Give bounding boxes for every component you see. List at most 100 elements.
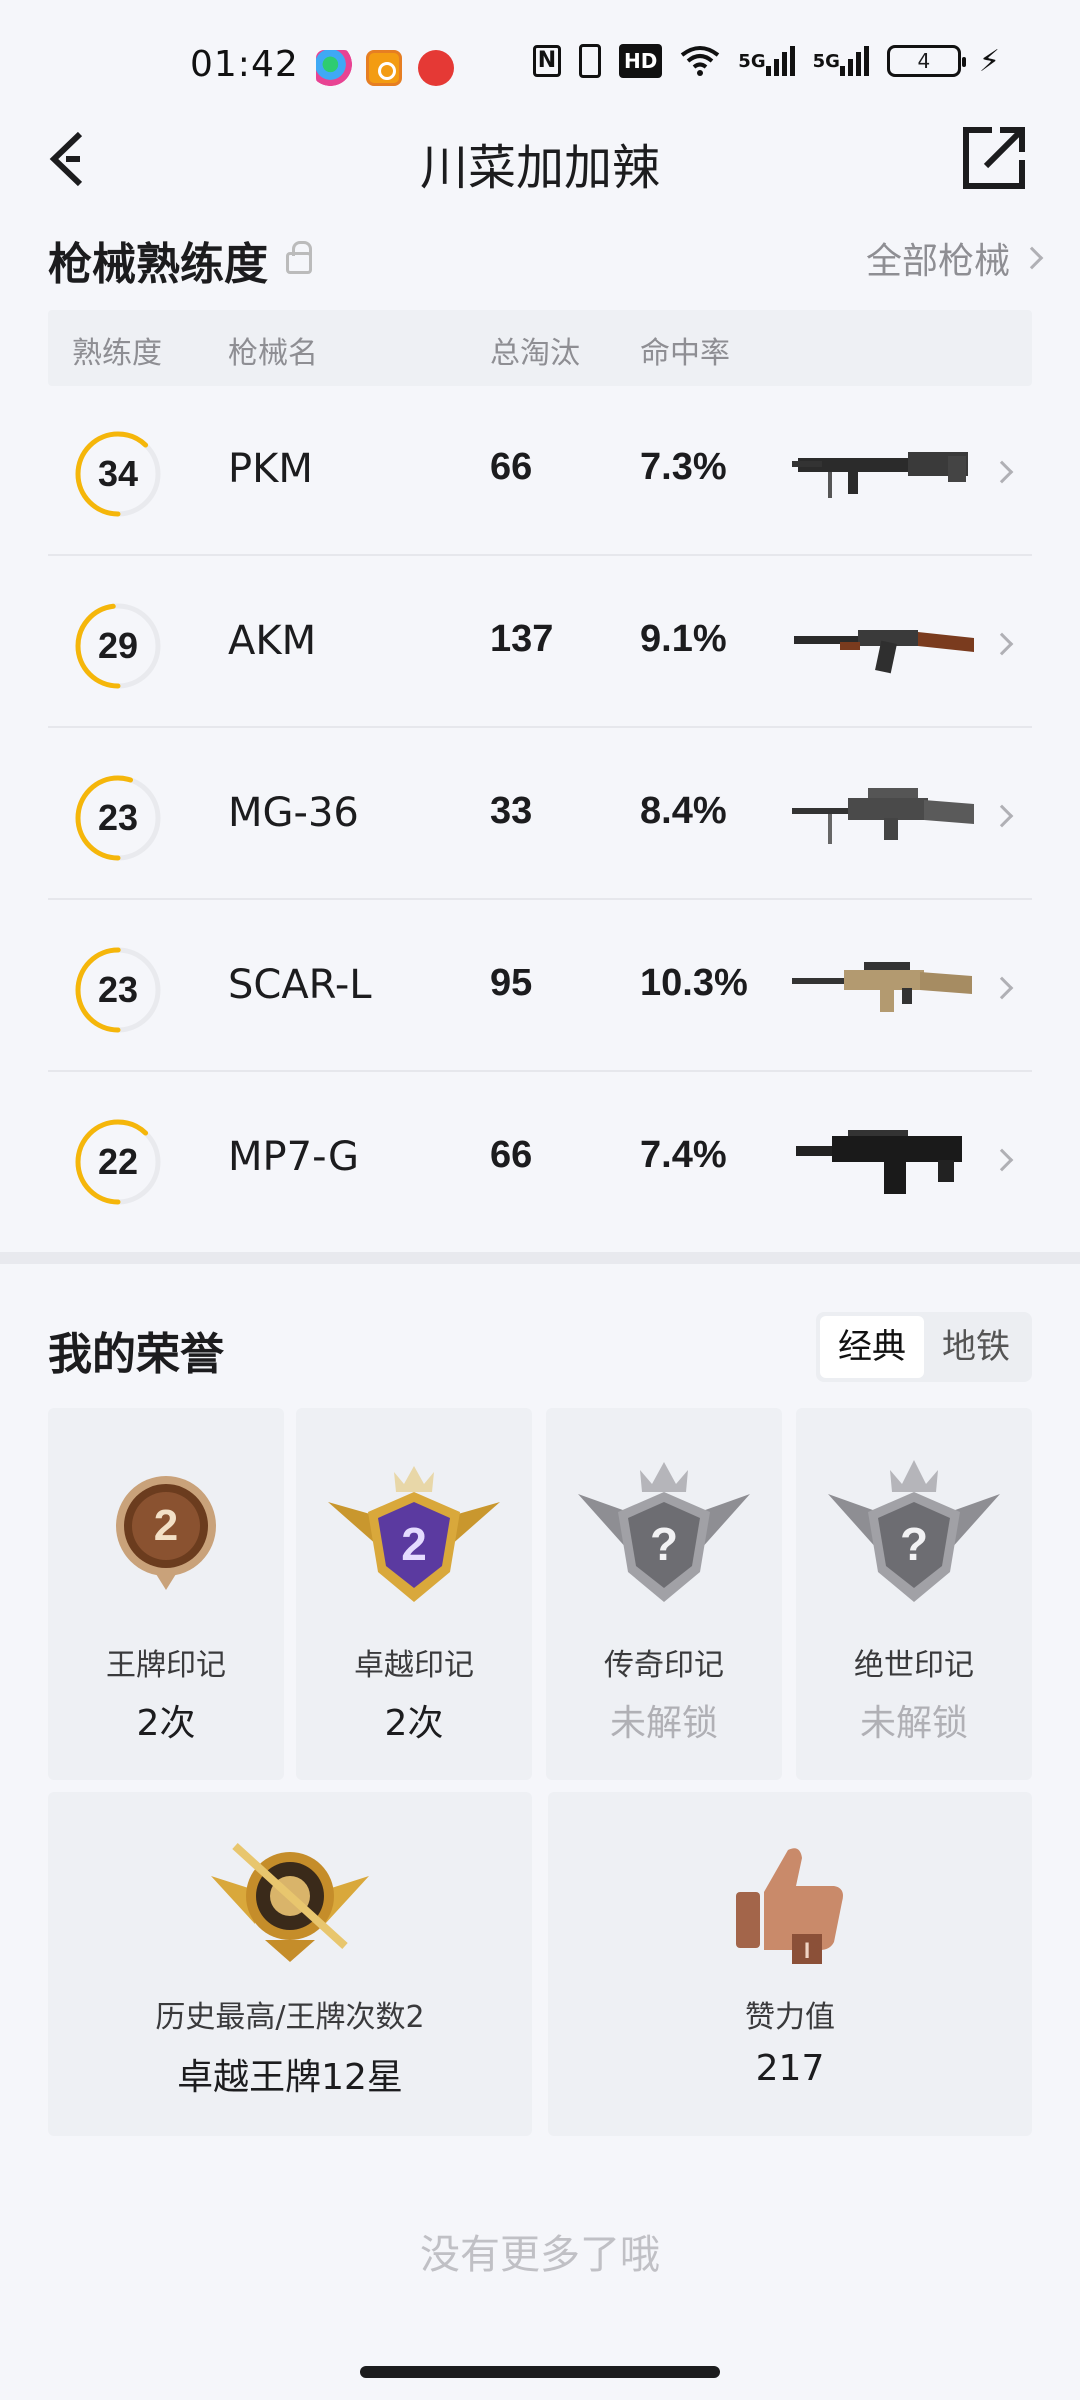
likes-value: 217 (755, 2048, 825, 2089)
all-guns-link[interactable]: 全部枪械 (865, 232, 1044, 284)
honors-section-title: 我的荣誉 (48, 1329, 224, 1380)
gun-hit-rate: 7.4% (640, 1134, 727, 1176)
wifi-icon (681, 46, 720, 76)
gun-hit-rate: 8.4% (640, 790, 727, 832)
page-title: 川菜加加辣 (419, 140, 660, 196)
legend-mark-number: ? (650, 1518, 678, 1570)
all-guns-label: 全部枪械 (865, 241, 1010, 282)
excellence-mark-icon: 2 (328, 1466, 500, 1602)
top-app-bar: 川菜加加辣 (0, 120, 1080, 196)
honor-value: 未解锁 (609, 1703, 718, 1744)
chevron-right-icon (990, 976, 1014, 1000)
gun-table-header: 熟练度 枪械名 总淘汰 命中率 (48, 310, 1032, 386)
gun-total-kills: 66 (490, 1134, 533, 1176)
gun-row[interactable]: 22 MP7-G 66 7.4% (48, 1074, 1032, 1244)
nfc-icon: N (532, 45, 561, 77)
highest-rank-value: 卓越王牌12星 (177, 2057, 403, 2098)
status-bar: 01:42 N HD 5G 5G 4 ⚡ (0, 0, 1080, 140)
honor-label: 王牌印记 (106, 1648, 226, 1683)
chevron-right-icon (990, 460, 1014, 484)
gun-row[interactable]: 23 SCAR-L 95 10.3% (48, 902, 1032, 1072)
gun-image (788, 774, 978, 854)
column-header-hit-rate: 命中率 (640, 336, 730, 371)
column-header-kills: 总淘汰 (490, 336, 580, 371)
peerless-mark-icon: ? (828, 1460, 1000, 1602)
proficiency-level: 23 (97, 969, 139, 1010)
gun-total-kills: 137 (490, 618, 554, 660)
gun-image (788, 1118, 978, 1198)
hd-icon: HD (618, 44, 663, 78)
honor-card-excellence[interactable]: 2 卓越印记 2次 (296, 1408, 532, 1780)
column-header-gun-name: 枪械名 (228, 336, 318, 371)
honor-label: 卓越印记 (354, 1648, 474, 1683)
proficiency-ring: 22 (72, 1116, 164, 1208)
honor-value: 未解锁 (859, 1703, 968, 1744)
proficiency-level: 34 (97, 453, 139, 494)
highest-rank-card[interactable]: 历史最高/王牌次数2 卓越王牌12星 (48, 1792, 532, 2136)
chevron-right-icon (990, 804, 1014, 828)
proficiency-level: 22 (97, 1141, 139, 1182)
proficiency-ring: 29 (72, 600, 164, 692)
honor-label: 传奇印记 (604, 1648, 724, 1683)
gun-total-kills: 95 (490, 962, 533, 1004)
gun-row[interactable]: 29 AKM 137 9.1% (48, 558, 1032, 728)
proficiency-ring: 23 (72, 944, 164, 1036)
honor-card-legend[interactable]: ? 传奇印记 未解锁 (546, 1408, 782, 1780)
gun-name: AKM (228, 618, 317, 664)
gun-row[interactable]: 34 PKM 66 7.3% (48, 386, 1032, 556)
honor-label: 绝世印记 (854, 1648, 974, 1683)
signal-icon-1: 5G (738, 44, 795, 78)
honor-value: 2次 (136, 1703, 196, 1744)
gun-row[interactable]: 23 MG-36 33 8.4% (48, 730, 1032, 900)
honor-card-peerless[interactable]: ? 绝世印记 未解锁 (796, 1408, 1032, 1780)
gun-name: MP7-G (228, 1134, 359, 1180)
gun-name: MG-36 (228, 790, 359, 836)
section-divider (0, 1252, 1080, 1264)
tab-classic[interactable]: 经典 (820, 1316, 924, 1378)
chevron-right-icon (990, 1148, 1014, 1172)
tab-metro[interactable]: 地铁 (924, 1316, 1028, 1378)
highest-rank-icon (211, 1843, 369, 1962)
chevron-right-icon (1020, 246, 1044, 270)
status-time: 01:42 (190, 44, 299, 85)
gun-image (788, 602, 978, 682)
proficiency-ring: 34 (72, 428, 164, 520)
proficiency-level: 29 (97, 625, 139, 666)
excellence-mark-number: 2 (401, 1518, 427, 1570)
thumbs-up-icon: I (736, 1848, 843, 1964)
likes-label: 赞力值 (745, 2000, 835, 2035)
chevron-right-icon (990, 632, 1014, 656)
ace-mark-number: 2 (154, 1501, 178, 1550)
app-notification-icon-2 (418, 50, 454, 86)
honor-value: 2次 (384, 1703, 444, 1744)
mobile-carrier-icon (316, 50, 352, 86)
lock-icon (286, 241, 312, 274)
legend-mark-icon: ? (578, 1462, 750, 1602)
honor-card-ace[interactable]: 2 王牌印记 2次 (48, 1408, 284, 1780)
column-header-proficiency: 熟练度 (72, 336, 162, 371)
signal-icon-2: 5G (813, 44, 869, 78)
charging-icon: ⚡ (978, 43, 1000, 79)
proficiency-ring: 23 (72, 772, 164, 864)
gun-name: SCAR-L (228, 962, 372, 1008)
vibrate-icon (578, 44, 601, 78)
proficiency-level: 23 (97, 797, 139, 838)
highest-rank-label: 历史最高/王牌次数2 (155, 2000, 425, 2035)
likes-card[interactable]: I 赞力值 217 (548, 1792, 1032, 2136)
svg-text:I: I (804, 1938, 810, 1963)
ace-mark-icon: 2 (116, 1476, 216, 1590)
gun-hit-rate: 7.3% (640, 446, 727, 488)
gun-total-kills: 66 (490, 446, 533, 488)
gun-hit-rate: 9.1% (640, 618, 727, 660)
gun-name: PKM (228, 446, 313, 492)
end-of-list-text: 没有更多了哦 (420, 2232, 660, 2278)
home-indicator[interactable] (360, 2366, 720, 2378)
gun-image (788, 946, 978, 1026)
share-icon[interactable] (962, 124, 1028, 190)
gun-section-title: 枪械熟练度 (48, 228, 312, 292)
battery-icon: 4 (886, 45, 966, 77)
peerless-mark-number: ? (900, 1518, 928, 1570)
app-notification-icon (366, 50, 402, 86)
mode-toggle: 经典 地铁 (816, 1312, 1032, 1382)
gun-total-kills: 33 (490, 790, 533, 832)
